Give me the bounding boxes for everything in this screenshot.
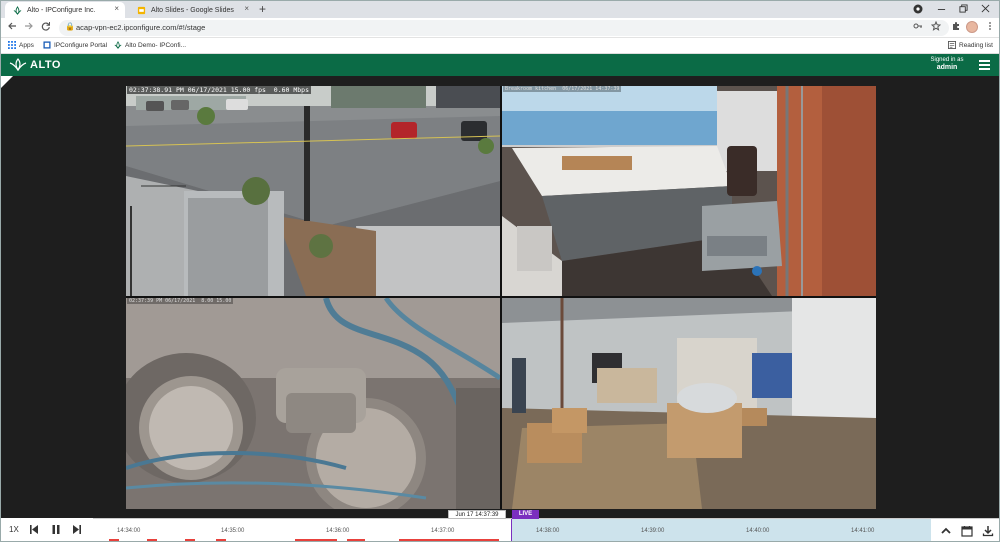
camera-osd-text: Breakroom kitchen 06/17/2021 14:37:39 (503, 86, 622, 92)
camera-tile-parking-lot[interactable]: 02:37:38.91 PM 06/17/2021 15.00 fps 0.60… (126, 86, 500, 296)
camera-feed-kitchen (502, 86, 876, 296)
hamburger-menu-icon[interactable] (979, 58, 990, 70)
timeline-tick-label: 14:39:00 (641, 528, 665, 534)
portal-favicon-icon (43, 41, 51, 49)
bookmark-alto-demo[interactable]: Alto Demo- IPConfi... (114, 41, 186, 49)
bookmark-star-icon[interactable] (931, 21, 941, 31)
restore-icon[interactable] (959, 4, 968, 13)
timeline-tick-label: 14:41:00 (851, 528, 875, 534)
camera-feed-interior-closeup (126, 298, 500, 509)
tab-slides-title: Alto Slides - Google Slides (151, 6, 234, 14)
close-window-icon[interactable] (981, 4, 990, 13)
timeline-tick-label: 14:34:00 (117, 528, 141, 534)
timeline-tick-label: 14:40:00 (746, 528, 770, 534)
playback-controls: 1X (1, 518, 93, 541)
tab-alto-title: Alto - IPConfigure Inc. (27, 6, 96, 14)
skip-forward-icon[interactable] (72, 524, 82, 535)
timeline-tick-label: 14:38:00 (536, 528, 560, 534)
timeline-tick-label: 14:36:00 (326, 528, 350, 534)
logo-text: ALTO (30, 58, 61, 71)
camera-tile-interior-closeup[interactable]: 02:37:39 PM 06/17/2021 8.00 15.00 (126, 298, 500, 509)
lotus-logo-icon (9, 58, 27, 71)
back-arrow-icon[interactable] (7, 21, 17, 31)
camera-tile-warehouse[interactable] (502, 298, 876, 509)
playback-speed[interactable]: 1X (9, 525, 19, 534)
browser-tab-strip: Alto - IPConfigure Inc. × Alto Slides - … (1, 1, 999, 18)
live-button[interactable]: LIVE (512, 510, 539, 519)
alto-logo[interactable]: ALTO (9, 58, 61, 71)
skip-back-icon[interactable] (29, 524, 39, 535)
reading-list-icon (948, 41, 956, 49)
forward-arrow-icon[interactable] (24, 21, 34, 31)
playback-timeline-bar: 1X 14:34:00 14:35:00 14:36:00 14:37:00 1… (1, 518, 999, 541)
key-icon[interactable] (913, 21, 923, 31)
close-tab-icon[interactable]: × (114, 4, 119, 13)
camera-tile-kitchen[interactable]: Breakroom kitchen 06/17/2021 14:37:39 (502, 86, 876, 296)
timeline-tick-label: 14:37:00 (431, 528, 455, 534)
chevron-up-icon[interactable] (940, 525, 952, 537)
camera-grid: 02:37:38.91 PM 06/17/2021 15.00 fps 0.60… (126, 86, 876, 509)
url-text: acap-vpn-ec2.ipconfigure.com/#!/stage (76, 23, 206, 32)
camera-feed-warehouse (502, 298, 876, 509)
stage-corner-tab[interactable] (1, 76, 13, 88)
signed-in-info: Signed in as admin (919, 56, 975, 72)
bookmark-apps-label: Apps (19, 41, 34, 49)
bookmark-apps[interactable]: Apps (8, 41, 34, 49)
extensions-icon[interactable] (951, 21, 961, 31)
reading-list-label: Reading list (959, 41, 993, 49)
avatar[interactable] (966, 21, 978, 33)
slides-favicon-icon (137, 6, 146, 15)
calendar-icon[interactable] (961, 525, 973, 537)
timeline-actions (931, 518, 999, 541)
browser-address-bar: 🔒 acap-vpn-ec2.ipconfigure.com/#!/stage (1, 18, 999, 38)
timeline-tick-label: 14:35:00 (221, 528, 245, 534)
camera-osd-text: 02:37:39 PM 06/17/2021 8.00 15.00 (127, 298, 234, 304)
kebab-menu-icon[interactable] (987, 21, 993, 31)
signed-in-user: admin (936, 64, 958, 71)
minimize-icon[interactable] (937, 5, 946, 14)
alto-favicon-icon (13, 6, 22, 15)
app-header: ALTO Signed in as admin (1, 54, 999, 76)
url-omnibox[interactable]: 🔒 acap-vpn-ec2.ipconfigure.com/#!/stage (59, 20, 949, 36)
app-window: Alto - IPConfigure Inc. × Alto Slides - … (0, 0, 1000, 542)
lock-icon: 🔒 (65, 22, 75, 31)
profile-menu-icon[interactable] (913, 4, 923, 14)
apps-grid-icon (8, 41, 16, 49)
signed-in-label: Signed in as (930, 57, 964, 63)
download-icon[interactable] (982, 525, 994, 537)
new-tab-button[interactable]: + (259, 2, 266, 16)
bookmark-ipconfigure-portal[interactable]: IPConfigure Portal (43, 41, 107, 49)
alto-favicon-icon (114, 41, 122, 49)
reading-list[interactable]: Reading list (948, 41, 993, 49)
pause-icon[interactable] (51, 524, 61, 535)
bookmark-portal-label: IPConfigure Portal (54, 41, 108, 49)
tab-alto[interactable]: Alto - IPConfigure Inc. × (5, 2, 125, 18)
reload-icon[interactable] (41, 21, 51, 31)
timeline-track[interactable]: 14:34:00 14:35:00 14:36:00 14:37:00 14:3… (93, 518, 931, 541)
camera-feed-parking-lot (126, 86, 500, 296)
current-time-label: Jun 17 14:37:39 (448, 510, 506, 519)
tab-google-slides[interactable]: Alto Slides - Google Slides × (129, 2, 255, 18)
camera-osd-text: 02:37:38.91 PM 06/17/2021 15.00 fps 0.60… (127, 86, 312, 94)
close-tab-icon[interactable]: × (244, 4, 249, 13)
timeline-playhead[interactable] (511, 519, 512, 541)
bookmark-alto-label: Alto Demo- IPConfi... (125, 41, 187, 49)
bookmarks-bar: Apps IPConfigure Portal Alto Demo- IPCon… (1, 38, 999, 54)
